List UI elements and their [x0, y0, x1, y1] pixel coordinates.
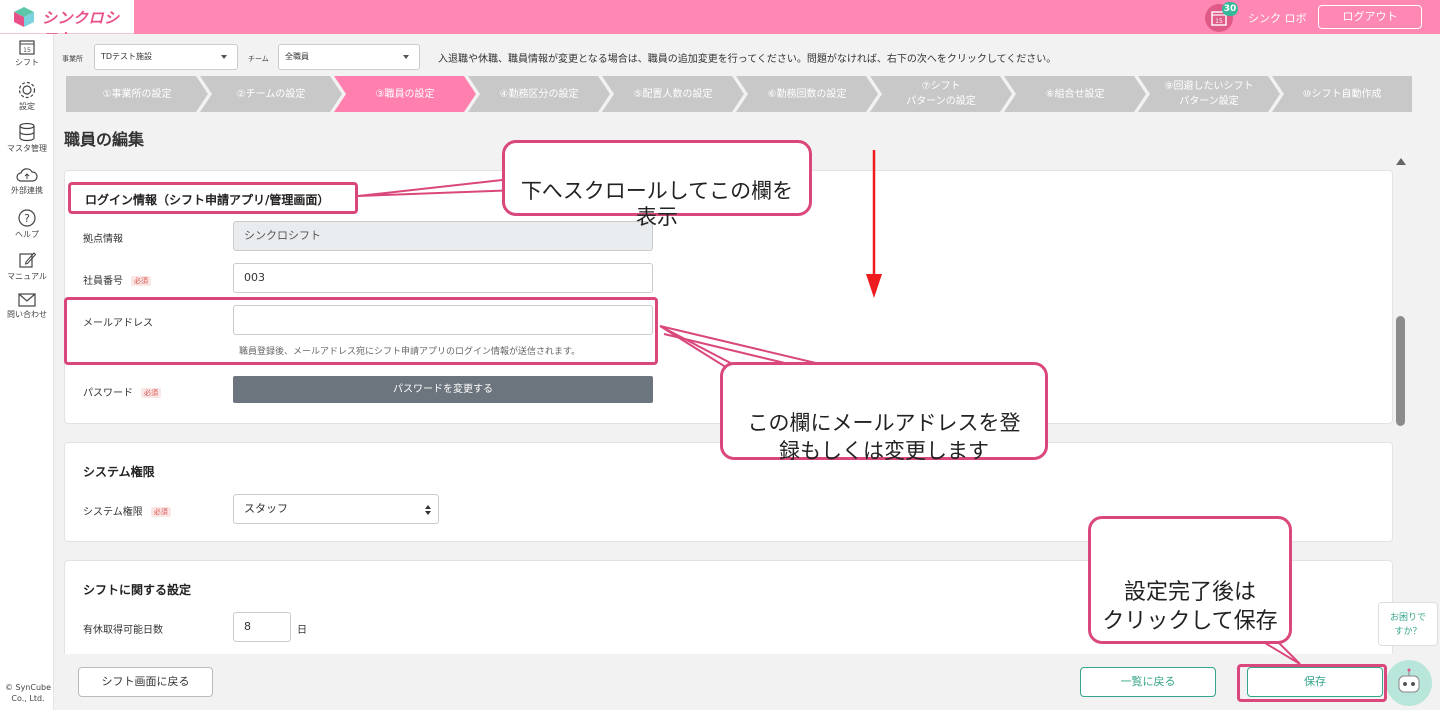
employee-no-field[interactable]: 003	[233, 263, 653, 293]
sidebar-item-label: シフト	[15, 58, 39, 67]
role-select[interactable]: スタッフ	[233, 494, 439, 524]
save-note-text: 設定完了後は クリックして保存	[1102, 580, 1278, 634]
highlight-email-row	[64, 297, 658, 365]
sidebar-item-label: ヘルプ	[15, 230, 39, 239]
paid-leave-unit: 日	[297, 625, 307, 636]
logout-button[interactable]: ログアウト	[1318, 5, 1422, 29]
sidebar: 15 シフト 設定 マスタ管理 外部連携 ? ヘルプ マニュアル 問い合わせ	[0, 34, 54, 710]
scrollbar[interactable]	[1393, 154, 1409, 654]
gear-icon	[18, 81, 36, 99]
role-value: スタッフ	[244, 502, 288, 515]
robot-assistant-icon[interactable]	[1386, 660, 1432, 706]
base-field: シンクロシフト	[233, 221, 653, 251]
copyright: © SynCube Co., Ltd.	[4, 683, 52, 703]
sidebar-item-label: 外部連携	[11, 186, 43, 195]
step-5[interactable]: ⑤配置人数の設定	[602, 76, 744, 112]
scroll-up-arrow-icon[interactable]	[1396, 158, 1406, 165]
wizard-steps: ①事業所の設定 ②チームの設定 ③職員の設定 ④勤務区分の設定 ⑤配置人数の設定…	[54, 74, 1440, 114]
database-icon	[19, 122, 35, 142]
cloud-icon	[16, 168, 38, 182]
email-note-callout: この欄にメールアドレスを登 録もしくは変更します	[720, 362, 1048, 463]
office-select[interactable]: TDテスト施設	[94, 44, 238, 70]
robot-icon	[1398, 668, 1420, 693]
sidebar-item-label: マスタ管理	[7, 144, 47, 153]
paid-leave-label: 有休取得可能日数	[83, 625, 163, 636]
calendar-day: 15	[1215, 18, 1223, 25]
step-8[interactable]: ⑧組合せ設定	[1004, 76, 1146, 112]
back-to-shift-button[interactable]: シフト画面に戻る	[78, 667, 213, 697]
team-label: チーム	[248, 55, 269, 63]
save-note-callout: 設定完了後は クリックして保存	[1088, 516, 1292, 644]
step-4[interactable]: ④勤務区分の設定	[468, 76, 610, 112]
step-1[interactable]: ①事業所の設定	[66, 76, 208, 112]
role-label: システム権限 必須	[83, 503, 171, 518]
calendar-icon: 15	[19, 40, 35, 55]
highlight-login-title	[68, 182, 358, 214]
svg-text:?: ?	[24, 212, 30, 225]
help-bubble[interactable]: お困りで すか？	[1378, 602, 1438, 646]
highlight-save-button	[1237, 664, 1387, 702]
step-6[interactable]: ⑥勤務回数の設定	[736, 76, 878, 112]
sidebar-item-help[interactable]: ? ヘルプ	[0, 208, 54, 240]
notice-text: 入退職や休職、職員情報が変更となる場合は、職員の追加変更を行ってください。問題が…	[438, 54, 1057, 65]
office-value: TDテスト施設	[101, 52, 153, 61]
mail-icon	[18, 293, 36, 307]
notification-badge: 30	[1222, 2, 1238, 16]
required-badge: 必須	[131, 276, 151, 286]
step-10[interactable]: ⑩シフト自動作成	[1272, 76, 1412, 112]
paid-leave-field[interactable]: 8	[233, 612, 291, 642]
manual-icon	[19, 252, 37, 268]
shift-section-title: シフトに関する設定	[83, 583, 192, 597]
step-2[interactable]: ②チームの設定	[200, 76, 342, 112]
back-to-list-button[interactable]: 一覧に戻る	[1080, 667, 1216, 697]
help-icon: ?	[18, 209, 36, 227]
step-9[interactable]: ⑨回避したいシフト パターン設定	[1138, 76, 1280, 112]
chevron-down-icon	[403, 55, 409, 59]
sidebar-item-integration[interactable]: 外部連携	[0, 166, 54, 196]
role-label-text: システム権限	[83, 507, 143, 518]
page-title: 職員の編集	[64, 130, 145, 149]
password-label: パスワード 必須	[83, 384, 161, 399]
sidebar-item-settings[interactable]: 設定	[0, 80, 54, 112]
step-3[interactable]: ③職員の設定	[334, 76, 476, 112]
step-7[interactable]: ⑦シフト パターンの設定	[870, 76, 1012, 112]
required-badge: 必須	[150, 507, 171, 517]
app-header: シンクロシフト 15 30 シンク ロボ ログアウト	[0, 0, 1440, 48]
sidebar-item-shift[interactable]: 15 シフト	[0, 38, 54, 68]
user-name: シンク ロボ	[1248, 12, 1307, 25]
footer-bar: シフト画面に戻る 一覧に戻る 保存	[54, 654, 1440, 710]
scroll-note-callout: 下へスクロールしてこの欄を 表示	[502, 140, 812, 229]
scrollbar-thumb[interactable]	[1396, 316, 1405, 426]
email-note-text: この欄にメールアドレスを登 録もしくは変更します	[747, 411, 1021, 463]
sidebar-item-label: マニュアル	[7, 272, 47, 281]
employee-no-label-text: 社員番号	[83, 276, 123, 287]
sidebar-item-master[interactable]: マスタ管理	[0, 122, 54, 154]
filter-bar: 事業所 TDテスト施設 チーム 全職員 入退職や休職、職員情報が変更となる場合は…	[54, 34, 1440, 74]
logo[interactable]: シンクロシフト	[0, 0, 134, 48]
employee-no-label: 社員番号 必須	[83, 272, 151, 287]
password-label-text: パスワード	[83, 388, 133, 399]
team-value: 全職員	[285, 52, 309, 61]
chevron-down-icon	[221, 55, 227, 59]
sidebar-item-contact[interactable]: 問い合わせ	[0, 292, 54, 320]
sort-icon	[425, 505, 431, 515]
sidebar-calendar-day: 15	[23, 47, 31, 54]
team-select[interactable]: 全職員	[278, 44, 420, 70]
change-password-button[interactable]: パスワードを変更する	[233, 376, 653, 403]
sidebar-item-label: 設定	[19, 102, 35, 111]
sidebar-item-manual[interactable]: マニュアル	[0, 250, 54, 282]
required-badge: 必須	[141, 388, 161, 398]
base-label: 拠点情報	[83, 234, 123, 245]
system-section-title: システム権限	[83, 465, 155, 479]
sidebar-item-label: 問い合わせ	[7, 310, 47, 319]
office-label: 事業所	[62, 55, 83, 63]
logo-icon	[14, 7, 34, 27]
